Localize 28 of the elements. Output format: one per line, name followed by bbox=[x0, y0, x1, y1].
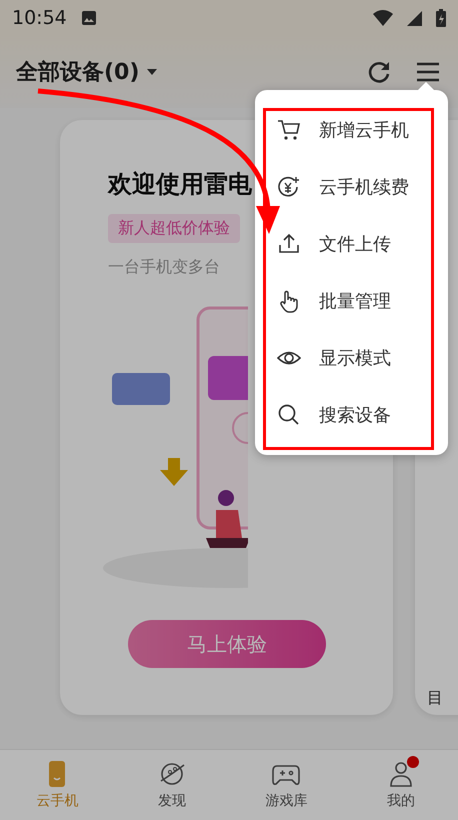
welcome-subtitle: 一台手机变多台 bbox=[108, 257, 220, 278]
promo-tag: 新人超低价体验 bbox=[108, 214, 240, 243]
clock-time: 10:54 bbox=[12, 7, 67, 29]
menu-icon bbox=[416, 61, 440, 83]
menu-item[interactable]: 显示模式 bbox=[255, 330, 448, 386]
nav-tab[interactable]: 发现 bbox=[114, 750, 229, 820]
hand-pointer-icon bbox=[277, 289, 301, 313]
upload-icon bbox=[277, 232, 301, 256]
signal-icon bbox=[407, 10, 422, 26]
welcome-title: 欢迎使用雷电 bbox=[108, 169, 252, 200]
menu-item[interactable]: 批量管理 bbox=[255, 272, 448, 330]
menu-item[interactable]: 新增云手机 bbox=[255, 102, 448, 158]
search-icon bbox=[277, 403, 301, 427]
yuan-coin-plus-icon bbox=[277, 175, 301, 199]
wifi-icon bbox=[373, 10, 393, 26]
planet-icon bbox=[158, 760, 186, 788]
nav-tab[interactable]: 游戏库 bbox=[229, 750, 344, 820]
image-icon bbox=[80, 10, 97, 26]
menu-item[interactable]: 文件上传 bbox=[255, 216, 448, 272]
nav-tab[interactable]: 我的 bbox=[344, 750, 458, 820]
card-caption: 目 bbox=[427, 688, 443, 709]
menu-item[interactable]: 搜索设备 bbox=[255, 386, 448, 444]
menu-item[interactable]: 云手机续费 bbox=[255, 158, 448, 216]
battery-icon bbox=[436, 9, 446, 27]
dropdown-caret-icon[interactable] bbox=[147, 69, 158, 75]
refresh-icon bbox=[366, 59, 392, 85]
cart-icon bbox=[277, 118, 301, 142]
device-filter-title[interactable]: 全部设备(0) bbox=[16, 57, 140, 87]
